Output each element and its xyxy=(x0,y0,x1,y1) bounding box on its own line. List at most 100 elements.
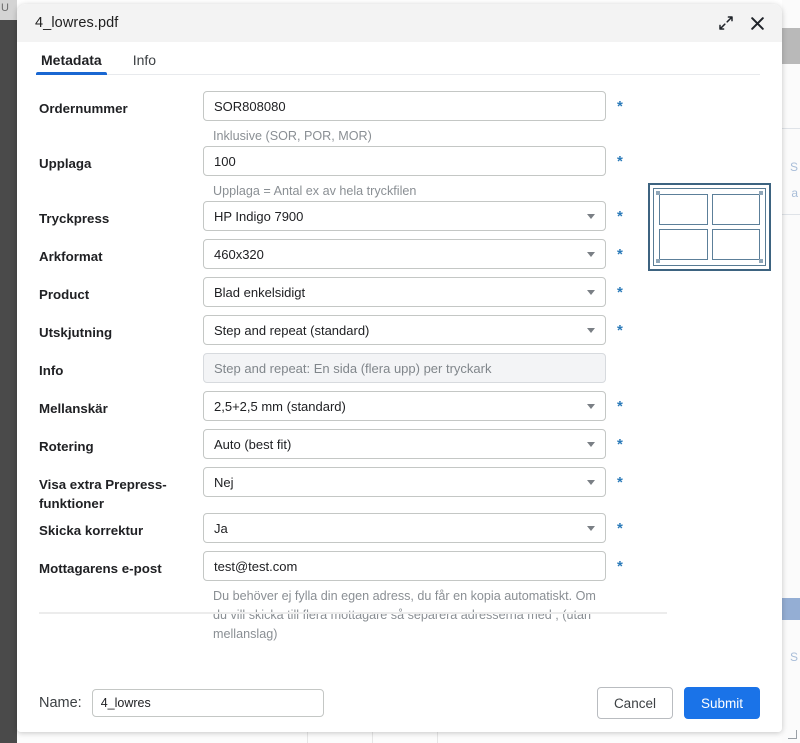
field-control-wrap: 2,5+2,5 mm (standard)* xyxy=(203,391,637,429)
dialog-titlebar: 4_lowres.pdf xyxy=(17,4,782,42)
field-value[interactable]: Step and repeat (standard) xyxy=(203,315,606,345)
submit-button[interactable]: Submit xyxy=(684,687,760,719)
field-spacer xyxy=(203,231,637,239)
field-label: Upplaga xyxy=(39,146,203,173)
field-control-wrap: Ja * xyxy=(203,513,637,551)
field-label: Info xyxy=(39,353,203,380)
dialog-title: 4_lowres.pdf xyxy=(35,15,715,31)
field-label: Utskjutning xyxy=(39,315,203,342)
field-spacer xyxy=(203,459,637,467)
crop-mark-icon xyxy=(759,191,763,195)
required-asterisk: * xyxy=(617,475,625,490)
required-asterisk: * xyxy=(617,209,625,224)
field-hint: Inklusive (SOR, POR, MOR) xyxy=(203,121,613,146)
crop-mark-icon xyxy=(759,259,763,263)
backdrop-right-text: S xyxy=(790,160,798,174)
field-control-line: Ja * xyxy=(203,513,637,543)
field-select[interactable]: Step and repeat (standard) xyxy=(203,315,606,345)
field-spacer xyxy=(203,421,637,429)
form-row: Arkformat460x320* xyxy=(39,239,637,277)
form-row: UtskjutningStep and repeat (standard) * xyxy=(39,315,637,353)
field-spacer xyxy=(203,543,637,551)
backdrop-glyph: U xyxy=(1,2,9,14)
crop-mark-icon xyxy=(656,259,660,263)
field-control-line: 100 * xyxy=(203,146,637,176)
field-spacer xyxy=(203,345,637,353)
field-control-line: Auto (best fit)* xyxy=(203,429,637,459)
field-control-wrap: Blad enkelsidigt* xyxy=(203,277,637,315)
form-row: Visa extra Prepress-funktionerNej * xyxy=(39,467,637,513)
dialog-tabs: Metadata Info xyxy=(17,42,782,75)
expand-arrows-icon[interactable] xyxy=(715,12,737,34)
field-select[interactable]: Auto (best fit) xyxy=(203,429,606,459)
field-control-line: HP Indigo 7900 * xyxy=(203,201,637,231)
field-control-line: Nej * xyxy=(203,467,637,497)
field-control-wrap: Auto (best fit)* xyxy=(203,429,637,467)
field-label: Tryckpress xyxy=(39,201,203,228)
field-select[interactable]: Ja xyxy=(203,513,606,543)
tab-info[interactable]: Info xyxy=(131,52,158,75)
field-spacer xyxy=(203,307,637,315)
field-value[interactable]: Ja xyxy=(203,513,606,543)
field-value[interactable]: HP Indigo 7900 xyxy=(203,201,606,231)
field-input[interactable]: test@test.com xyxy=(203,551,606,581)
backdrop-right-rule xyxy=(782,214,800,215)
field-spacer xyxy=(203,497,637,505)
required-asterisk: * xyxy=(617,521,625,536)
field-select[interactable]: Nej xyxy=(203,467,606,497)
form-row: ProductBlad enkelsidigt* xyxy=(39,277,637,315)
field-value[interactable]: Auto (best fit) xyxy=(203,429,606,459)
field-readonly: Step and repeat: En sida (flera upp) per… xyxy=(203,353,606,383)
imposition-cell xyxy=(712,229,761,260)
metadata-form: OrdernummerSOR808080*Inklusive (SOR, POR… xyxy=(17,75,637,644)
field-input[interactable]: SOR808080 xyxy=(203,91,606,121)
field-control-line: 2,5+2,5 mm (standard)* xyxy=(203,391,637,421)
dialog-body: OrdernummerSOR808080*Inklusive (SOR, POR… xyxy=(17,75,782,674)
backdrop-right-panel xyxy=(782,0,800,743)
required-asterisk: * xyxy=(617,323,625,338)
field-control-line: Step and repeat (standard) * xyxy=(203,315,637,345)
field-control-line: SOR808080* xyxy=(203,91,637,121)
field-select[interactable]: 2,5+2,5 mm (standard) xyxy=(203,391,606,421)
field-value[interactable]: Nej xyxy=(203,467,606,497)
dialog-footer: Name: Cancel Submit xyxy=(17,674,782,732)
resize-corner-icon[interactable] xyxy=(788,730,797,739)
field-value[interactable]: Blad enkelsidigt xyxy=(203,277,606,307)
field-input[interactable]: 100 xyxy=(203,146,606,176)
backdrop-left-panel xyxy=(0,20,17,743)
field-control-line: Step and repeat: En sida (flera upp) per… xyxy=(203,353,637,383)
field-select[interactable]: HP Indigo 7900 xyxy=(203,201,606,231)
imposition-cell xyxy=(659,194,708,225)
field-value[interactable]: 2,5+2,5 mm (standard) xyxy=(203,391,606,421)
field-label: Product xyxy=(39,277,203,304)
field-label: Visa extra Prepress-funktioner xyxy=(39,467,203,513)
backdrop-right-highlight xyxy=(782,598,800,620)
field-hint: Upplaga = Antal ex av hela tryckfilen xyxy=(203,176,613,201)
field-select[interactable]: Blad enkelsidigt xyxy=(203,277,606,307)
cancel-button[interactable]: Cancel xyxy=(597,687,673,719)
field-select[interactable]: 460x320 xyxy=(203,239,606,269)
field-label: Ordernummer xyxy=(39,91,203,118)
field-value[interactable]: 460x320 xyxy=(203,239,606,269)
required-asterisk: * xyxy=(617,154,625,169)
name-input[interactable] xyxy=(92,689,324,717)
backdrop-right-text: S xyxy=(790,650,798,664)
required-asterisk: * xyxy=(617,559,625,574)
imposition-preview-grid xyxy=(653,188,766,266)
field-label: Arkformat xyxy=(39,239,203,266)
field-label: Mellanskär xyxy=(39,391,203,418)
backdrop-right-text: a xyxy=(791,186,798,200)
field-control-wrap: test@test.com*Du behöver ej fylla din eg… xyxy=(203,551,637,644)
form-row: Upplaga100 * Upplaga = Antal ex av hela tr… xyxy=(39,146,637,201)
name-label: Name: xyxy=(39,695,82,711)
footer-divider xyxy=(39,612,667,614)
field-control-wrap: SOR808080*Inklusive (SOR, POR, MOR) xyxy=(203,91,637,146)
backdrop-right-rule xyxy=(782,128,800,129)
close-icon[interactable] xyxy=(746,12,768,34)
tab-metadata[interactable]: Metadata xyxy=(39,52,104,75)
field-control-wrap: Step and repeat (standard) * xyxy=(203,315,637,353)
field-spacer xyxy=(203,383,637,391)
field-label: Skicka korrektur xyxy=(39,513,203,540)
form-row: OrdernummerSOR808080*Inklusive (SOR, POR… xyxy=(39,91,637,146)
field-control-line: Blad enkelsidigt* xyxy=(203,277,637,307)
